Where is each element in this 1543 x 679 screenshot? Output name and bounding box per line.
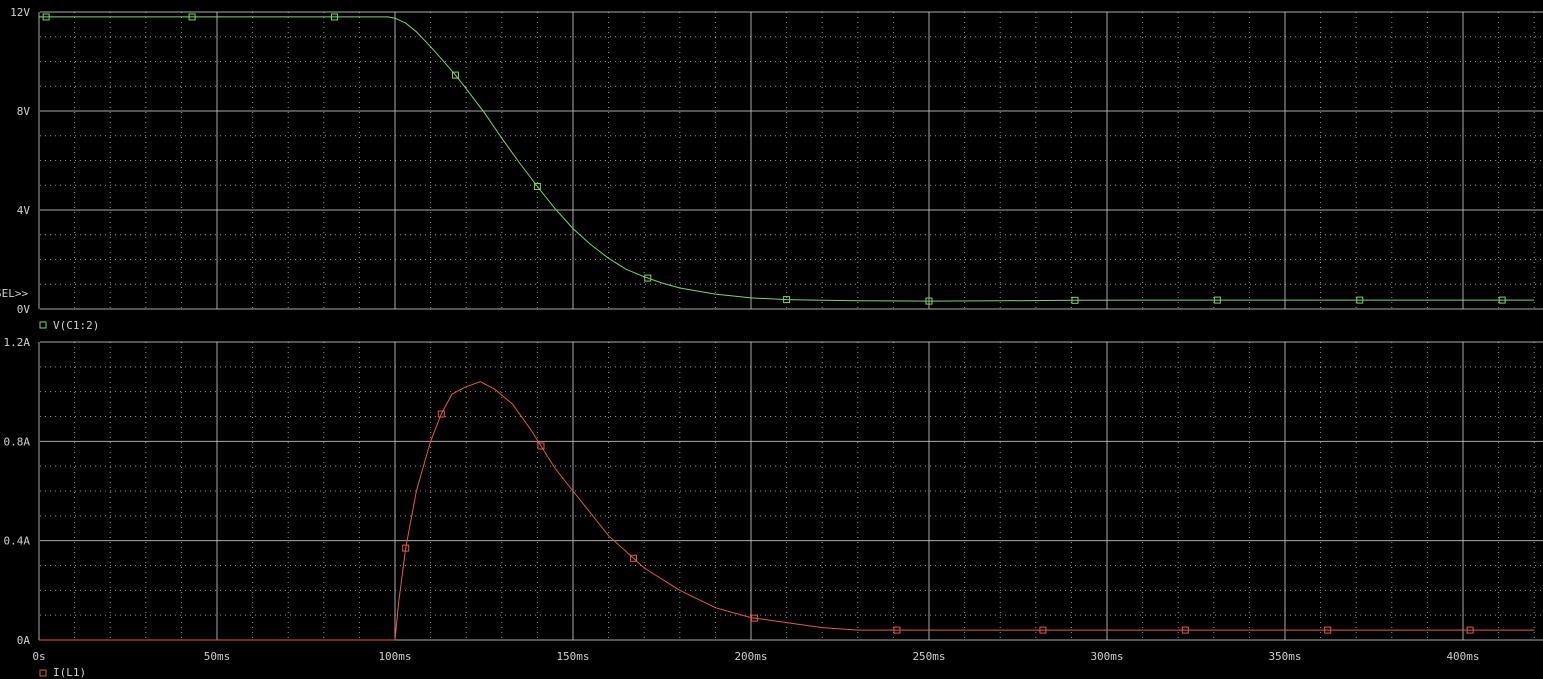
selector-indicator: SEL>> <box>0 287 28 300</box>
x-tick-label: 100ms <box>378 650 411 663</box>
x-tick-label: 200ms <box>734 650 767 663</box>
y-tick-label: 0V <box>17 303 31 316</box>
y-tick-label: 12V <box>10 6 30 19</box>
x-tick-label: 150ms <box>556 650 589 663</box>
plot-background <box>0 0 1543 679</box>
x-tick-label: 0s <box>32 650 45 663</box>
current-legend-label: I(L1) <box>53 666 86 679</box>
y-tick-label: 0.4A <box>4 535 31 548</box>
y-tick-label: 0.8A <box>4 435 31 448</box>
y-tick-label: 1.2A <box>4 336 31 349</box>
voltage-legend-label: V(C1:2) <box>53 319 99 332</box>
x-tick-label: 350ms <box>1268 650 1301 663</box>
y-tick-label: 4V <box>17 204 31 217</box>
x-tick-label: 300ms <box>1090 650 1123 663</box>
y-tick-label: 8V <box>17 105 31 118</box>
x-tick-label: 50ms <box>204 650 231 663</box>
x-tick-label: 250ms <box>912 650 945 663</box>
y-tick-label: 0A <box>17 634 31 647</box>
x-tick-label: 400ms <box>1446 650 1479 663</box>
oscilloscope-plot: 0V 4V 8V 12V V(C1:2) 0A 0.4A 0.8A 1.2A 0s 50ms 1… <box>0 0 1543 679</box>
